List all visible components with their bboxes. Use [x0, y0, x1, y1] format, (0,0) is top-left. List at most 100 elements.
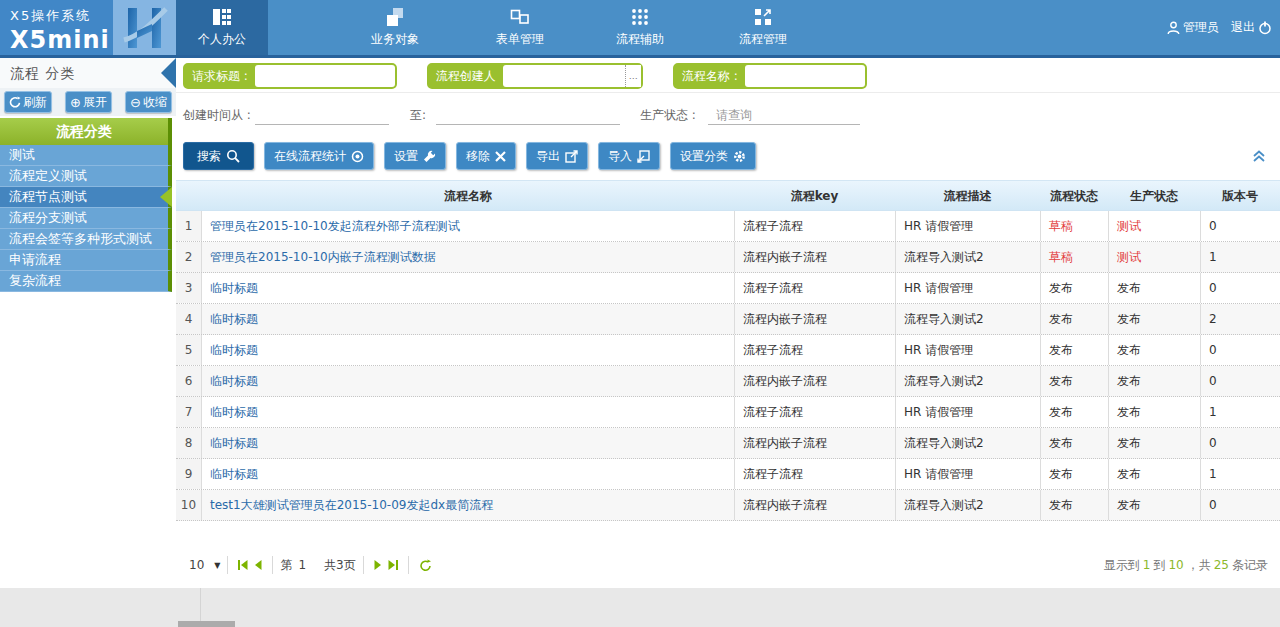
- settings-button[interactable]: 设置: [384, 142, 446, 170]
- import-icon: [637, 150, 650, 163]
- creator-input[interactable]: [503, 65, 625, 87]
- row-number: 8: [176, 428, 202, 458]
- process-name-link[interactable]: 临时标题: [202, 459, 734, 489]
- prev-page-icon: [254, 560, 262, 570]
- brand-line1: X5操作系统: [10, 7, 113, 25]
- search-button[interactable]: 搜索: [183, 142, 254, 170]
- remove-button[interactable]: 移除: [456, 142, 516, 170]
- user-name: 管理员: [1183, 19, 1219, 36]
- import-button[interactable]: 导入: [598, 142, 660, 170]
- row-number: 1: [176, 211, 202, 241]
- table-row[interactable]: 3 临时标题 流程子流程 HR 请假管理 发布 发布 0: [176, 273, 1280, 304]
- table-row[interactable]: 4 临时标题 流程内嵌子流程 流程导入测试2 发布 发布 2: [176, 304, 1280, 335]
- expand-button[interactable]: ⊕ 展开: [65, 91, 112, 113]
- tab-form-management[interactable]: 表单管理: [474, 0, 566, 55]
- category-item[interactable]: 流程会签等多种形式测试: [0, 229, 172, 250]
- user-area: 管理员 退出: [1167, 0, 1272, 55]
- category-item-selected[interactable]: 流程节点测试: [0, 187, 172, 208]
- page-number-input[interactable]: 1: [298, 558, 306, 572]
- info-to: 10: [1168, 558, 1183, 572]
- pager-separator: [272, 556, 273, 574]
- info-text: 条记录: [1232, 557, 1268, 574]
- header-version[interactable]: 版本号: [1200, 181, 1280, 210]
- collapse-panel-button[interactable]: [1252, 148, 1266, 167]
- table-row[interactable]: 2 管理员在2015-10-10内嵌子流程测试数据 流程内嵌子流程 流程导入测试…: [176, 242, 1280, 273]
- header-status[interactable]: 流程状态: [1040, 181, 1108, 210]
- prod-status-input[interactable]: 请查询: [708, 107, 860, 125]
- process-name-link[interactable]: 临时标题: [202, 366, 734, 396]
- prod-status: 发布: [1108, 304, 1200, 334]
- export-button[interactable]: 导出: [526, 142, 588, 170]
- gear-icon: [733, 150, 746, 163]
- process-desc: 流程导入测试2: [895, 242, 1040, 272]
- stacked-squares-icon: [385, 7, 405, 27]
- process-name-link[interactable]: 临时标题: [202, 273, 734, 303]
- tab-personal-office[interactable]: 个人办公: [176, 0, 268, 55]
- reload-button[interactable]: [419, 559, 432, 572]
- table-row[interactable]: 5 临时标题 流程子流程 HR 请假管理 发布 发布 0: [176, 335, 1280, 366]
- request-title-input[interactable]: [255, 65, 395, 87]
- table-row[interactable]: 6 临时标题 流程内嵌子流程 流程导入测试2 发布 发布 0: [176, 366, 1280, 397]
- tab-process-assist[interactable]: 流程辅助: [594, 0, 686, 55]
- minus-circle-icon: ⊖: [130, 96, 141, 109]
- process-name-link[interactable]: 临时标题: [202, 428, 734, 458]
- table-row[interactable]: 7 临时标题 流程子流程 HR 请假管理 发布 发布 1: [176, 397, 1280, 428]
- app-logo: [113, 0, 176, 55]
- first-page-button[interactable]: [238, 560, 248, 570]
- row-number: 5: [176, 335, 202, 365]
- tab-business-object[interactable]: 业务对象: [349, 0, 441, 55]
- pager-separator: [363, 556, 364, 574]
- set-category-label: 设置分类: [680, 148, 728, 165]
- process-key: 流程内嵌子流程: [734, 428, 895, 458]
- category-item[interactable]: 申请流程: [0, 250, 172, 271]
- header-prod[interactable]: 生产状态: [1108, 181, 1200, 210]
- table-row[interactable]: 9 临时标题 流程子流程 HR 请假管理 发布 发布 1: [176, 459, 1280, 490]
- category-item[interactable]: 复杂流程: [0, 271, 172, 292]
- next-page-button[interactable]: [374, 560, 382, 570]
- created-to-input[interactable]: [436, 107, 620, 125]
- process-name-link[interactable]: 管理员在2015-10-10内嵌子流程测试数据: [202, 242, 734, 272]
- process-name-link[interactable]: 临时标题: [202, 335, 734, 365]
- header-name[interactable]: 流程名称: [202, 181, 734, 210]
- table-row[interactable]: 8 临时标题 流程内嵌子流程 流程导入测试2 发布 发布 0: [176, 428, 1280, 459]
- brand-block: X5操作系统 X5mini: [0, 0, 113, 55]
- process-name-link[interactable]: 临时标题: [202, 397, 734, 427]
- prod-status: 发布: [1108, 366, 1200, 396]
- page-size-select[interactable]: 10 ▼: [189, 558, 220, 572]
- tab-process-management[interactable]: 流程管理: [717, 0, 809, 55]
- online-stat-button[interactable]: 在线流程统计: [264, 142, 374, 170]
- process-name-link[interactable]: test1大雄测试管理员在2015-10-09发起dx最简流程: [202, 490, 734, 520]
- breadcrumb-arrow-icon: [161, 58, 176, 88]
- dot-grid-icon: [630, 7, 650, 27]
- process-key: 流程内嵌子流程: [734, 304, 895, 334]
- set-category-button[interactable]: 设置分类: [670, 142, 756, 170]
- last-page-button[interactable]: [388, 560, 398, 570]
- table-row[interactable]: 10 test1大雄测试管理员在2015-10-09发起dx最简流程 流程内嵌子…: [176, 490, 1280, 521]
- process-name-link[interactable]: 管理员在2015-10-10发起流程外部子流程测试: [202, 211, 734, 241]
- process-key: 流程子流程: [734, 459, 895, 489]
- logout-button[interactable]: 退出: [1231, 19, 1272, 36]
- created-from-input[interactable]: [255, 107, 389, 125]
- prev-page-button[interactable]: [254, 560, 262, 570]
- table-row[interactable]: 1 管理员在2015-10-10发起流程外部子流程测试 流程子流程 HR 请假管…: [176, 211, 1280, 242]
- pager-separator: [227, 556, 228, 574]
- category-item[interactable]: 测试: [0, 145, 172, 166]
- creator-picker-button[interactable]: …: [625, 65, 641, 87]
- process-desc: HR 请假管理: [895, 273, 1040, 303]
- prod-status-label: 生产状态 :: [640, 107, 696, 124]
- category-item[interactable]: 流程定义测试: [0, 166, 172, 187]
- header-key[interactable]: 流程key: [734, 181, 895, 210]
- version-number: 0: [1200, 335, 1280, 365]
- scrollbar-thumb[interactable]: [178, 621, 235, 627]
- sidebar-toolbar: 刷新 ⊕ 展开 ⊖ 收缩: [0, 88, 176, 116]
- table-header-row: 流程名称 流程key 流程描述 流程状态 生产状态 版本号: [176, 180, 1280, 211]
- header-desc[interactable]: 流程描述: [895, 181, 1040, 210]
- current-user[interactable]: 管理员: [1167, 19, 1219, 36]
- import-label: 导入: [608, 148, 632, 165]
- process-name-input[interactable]: [745, 65, 865, 87]
- process-name-link[interactable]: 临时标题: [202, 304, 734, 334]
- category-item[interactable]: 流程分支测试: [0, 208, 172, 229]
- refresh-button[interactable]: 刷新: [4, 91, 52, 113]
- collapse-button[interactable]: ⊖ 收缩: [125, 91, 172, 113]
- export-label: 导出: [536, 148, 560, 165]
